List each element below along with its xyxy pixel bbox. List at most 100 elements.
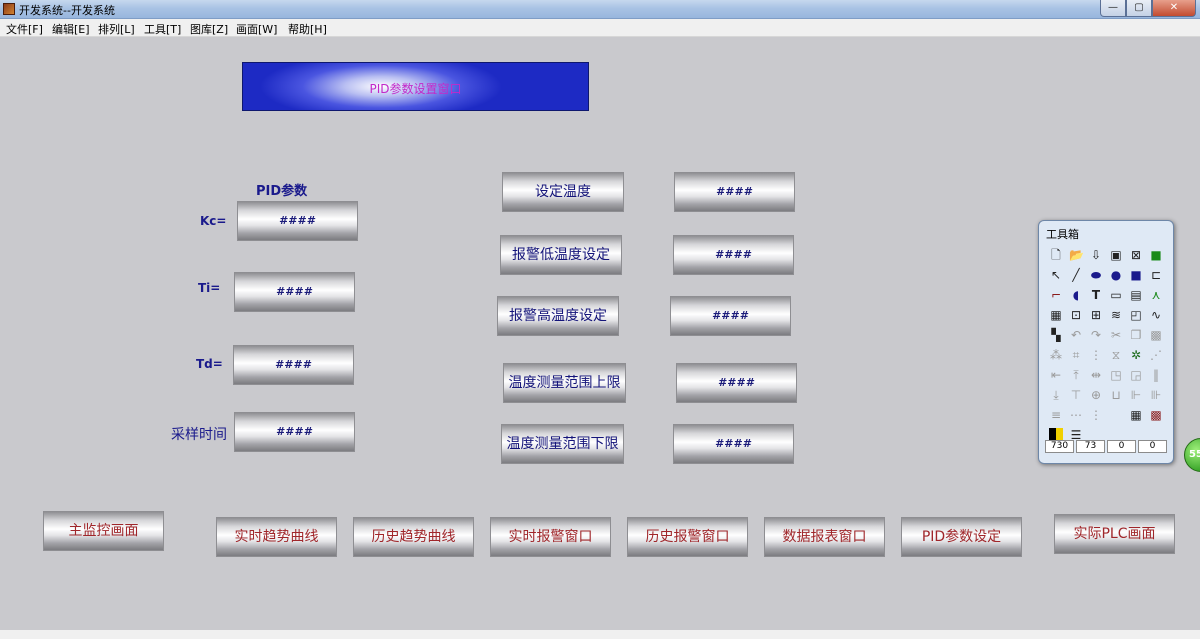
open-folder-icon[interactable]: 📂 — [1069, 248, 1084, 262]
ellipse-flat-icon[interactable]: ⬬ — [1089, 268, 1103, 282]
line-icon[interactable]: ╱ — [1069, 268, 1083, 282]
copy-icon[interactable]: ❐ — [1129, 328, 1143, 342]
front-icon[interactable]: ◳ — [1109, 368, 1123, 382]
break-icon[interactable]: ⋰ — [1149, 348, 1163, 362]
realtime-trend-button[interactable]: 实时趋势曲线 — [216, 517, 337, 557]
space-icon[interactable]: ⊔ — [1109, 388, 1123, 402]
pipe-icon[interactable]: ⌐ — [1049, 288, 1063, 302]
pid-settings-button[interactable]: PID参数设定 — [901, 517, 1022, 557]
ti-value: #### — [276, 285, 313, 298]
align-middle-icon[interactable]: ⊤ — [1069, 388, 1083, 402]
close-button[interactable]: ✕ — [1152, 0, 1196, 17]
h-equal-icon[interactable]: ≡ — [1049, 408, 1063, 422]
flip-icon[interactable]: ⧖ — [1109, 348, 1123, 362]
same-size-icon[interactable]: ⊕ — [1089, 388, 1103, 402]
align-bottom-icon[interactable]: ⤓ — [1049, 388, 1063, 402]
circle-icon[interactable]: ● — [1109, 268, 1123, 282]
menu-help[interactable]: 帮助[H] — [288, 21, 327, 37]
title-bar: 开发系统--开发系统 — ▢ ✕ — [0, 0, 1200, 19]
range-lower-value-box[interactable]: #### — [673, 424, 794, 464]
undo-icon[interactable]: ↶ — [1069, 328, 1083, 342]
history-trend-button[interactable]: 历史趋势曲线 — [353, 517, 474, 557]
set-temp-value-box[interactable]: #### — [674, 172, 795, 212]
menu-tools[interactable]: 工具[T] — [144, 21, 181, 37]
side-badge-value: 55 — [1189, 449, 1200, 460]
real-plc-label: 实际PLC画面 — [1073, 526, 1156, 542]
curve-icon[interactable]: ⋏ — [1149, 288, 1163, 302]
polygon-icon[interactable]: ⊏ — [1149, 268, 1163, 282]
distribute-icon[interactable]: ‖ — [1149, 368, 1163, 382]
table-grid-icon[interactable]: ▦ — [1129, 408, 1143, 422]
menu-edit[interactable]: 编辑[E] — [52, 21, 90, 37]
high-alarm-label-box: 报警高温度设定 — [497, 296, 619, 336]
ti-label: Ti= — [198, 281, 221, 295]
high-alarm-value-box[interactable]: #### — [670, 296, 791, 336]
menu-arrange[interactable]: 排列[L] — [98, 21, 135, 37]
gallery-icon[interactable]: ⊞ — [1089, 308, 1103, 322]
window-controls: — ▢ ✕ — [1100, 0, 1196, 17]
menu-bar: 文件[F] 编辑[E] 排列[L] 工具[T] 图库[Z] 画面[W] 帮助[H… — [0, 19, 1200, 37]
menu-gallery[interactable]: 图库[Z] — [190, 21, 228, 37]
grid-icon[interactable]: ▚ — [1049, 328, 1063, 342]
hspace-icon[interactable]: ⊩ — [1129, 388, 1143, 402]
app-icon[interactable] — [3, 3, 15, 15]
text-icon[interactable]: T — [1089, 288, 1103, 302]
rotate-icon[interactable]: ✲ — [1129, 348, 1143, 362]
pie-icon[interactable]: ◖ — [1069, 288, 1083, 302]
rounded-rect-icon[interactable]: ▭ — [1109, 288, 1123, 302]
main-monitor-label: 主监控画面 — [68, 523, 139, 539]
window-title: 开发系统--开发系统 — [19, 4, 115, 17]
rectangle-icon[interactable]: ■ — [1129, 268, 1143, 282]
maximize-button[interactable]: ▢ — [1126, 0, 1152, 17]
kc-label: Kc= — [200, 214, 227, 228]
ti-value-box[interactable]: #### — [234, 272, 355, 312]
window-banner[interactable]: PID参数设置窗口 — [242, 62, 589, 111]
menu-screen[interactable]: 画面[W] — [236, 21, 277, 37]
pointer-icon[interactable]: ↖ — [1049, 268, 1063, 282]
group-icon[interactable]: ⁂ — [1049, 348, 1063, 362]
sample-time-value-box[interactable]: #### — [234, 412, 355, 452]
redo-icon[interactable]: ↷ — [1089, 328, 1103, 342]
coord-w-field: 0 — [1107, 440, 1136, 453]
fill-icon[interactable]: ■ — [1149, 248, 1163, 262]
report-icon[interactable]: ▦ — [1049, 308, 1063, 322]
minimize-button[interactable]: — — [1100, 0, 1126, 17]
kc-value-box[interactable]: #### — [237, 201, 358, 241]
link-icon[interactable]: ∿ — [1149, 308, 1163, 322]
low-alarm-value-box[interactable]: #### — [673, 235, 794, 275]
button-icon[interactable]: ▤ — [1129, 288, 1143, 302]
control-icon[interactable]: ⊡ — [1069, 308, 1083, 322]
dotted-line-icon[interactable]: ⋯ — [1069, 408, 1083, 422]
paste-icon[interactable]: ▩ — [1149, 328, 1163, 342]
vspace-icon[interactable]: ⊪ — [1149, 388, 1163, 402]
td-value-box[interactable]: #### — [233, 345, 354, 385]
data-report-button[interactable]: 数据报表窗口 — [764, 517, 885, 557]
sample-time-label: 采样时间 — [171, 427, 227, 443]
toolbox-title: 工具箱 — [1046, 228, 1079, 241]
palette-icon[interactable]: ▩ — [1149, 408, 1163, 422]
main-monitor-button[interactable]: 主监控画面 — [43, 511, 164, 551]
toolbox-panel[interactable]: 工具箱 🗋 📂 ⇩ ▣ ⊠ ■ ↖ ╱ ⬬ ● ■ ⊏ ⌐ ◖ T ▭ ▤ ⋏ … — [1038, 220, 1174, 464]
bitmap-icon[interactable]: ≋ — [1109, 308, 1123, 322]
vertical-dots-icon[interactable]: ⋮ — [1089, 408, 1103, 422]
range-upper-value-box[interactable]: #### — [676, 363, 797, 403]
set-temp-value: #### — [716, 185, 753, 198]
align-top-icon[interactable]: ⤒ — [1069, 368, 1083, 382]
real-plc-button[interactable]: 实际PLC画面 — [1054, 514, 1175, 554]
realtime-alarm-button[interactable]: 实时报警窗口 — [490, 517, 611, 557]
save-icon[interactable]: ▣ — [1109, 248, 1123, 262]
realtime-trend-label: 实时趋势曲线 — [234, 529, 319, 545]
ungroup-icon[interactable]: ⌗ — [1069, 348, 1083, 362]
merge-icon[interactable]: ⋮ — [1089, 348, 1103, 362]
history-alarm-button[interactable]: 历史报警窗口 — [627, 517, 748, 557]
import-icon[interactable]: ⇩ — [1089, 248, 1103, 262]
range-upper-value: #### — [718, 376, 755, 389]
trend-icon[interactable]: ◰ — [1129, 308, 1143, 322]
new-icon[interactable]: 🗋 — [1049, 248, 1063, 262]
picture-icon[interactable]: ⊠ — [1129, 248, 1143, 262]
cut-icon[interactable]: ✂ — [1109, 328, 1123, 342]
align-left-icon[interactable]: ⇤ — [1049, 368, 1063, 382]
back-icon[interactable]: ◲ — [1129, 368, 1143, 382]
menu-file[interactable]: 文件[F] — [6, 21, 43, 37]
align-center-icon[interactable]: ⇹ — [1089, 368, 1103, 382]
